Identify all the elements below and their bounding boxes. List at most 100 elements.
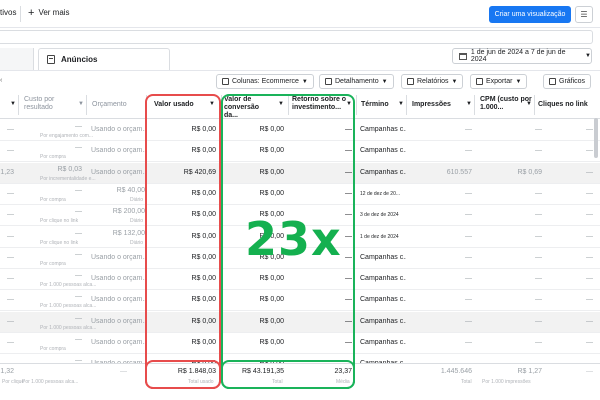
row-custo-sub: Por 1.000 pessoas alca... [40,282,97,289]
row-cpm: — [535,126,542,133]
chevron-left-icon[interactable]: ‹ [0,77,2,84]
row-orcamento-sub: Diário [130,196,144,203]
row-impressoes: — [465,189,472,197]
col-header-cpm[interactable]: CPM (custo por 1.000... [480,96,532,112]
col-header-custo[interactable]: Custo por resultado [24,96,74,112]
sort-caret-icon[interactable]: ▼ [346,101,352,107]
sort-caret-icon[interactable]: ▼ [209,101,215,107]
row-custo-sub: Por engajamento com... [40,133,94,139]
row-retorno: — [345,168,352,176]
row-custo: — [75,208,82,216]
tab-partial-label[interactable]: tivos [0,8,16,17]
row-termino: 1 de dez de 2024 [360,233,399,240]
col-header-impressoes[interactable]: Impressões [412,101,451,109]
row-cpm: — [535,232,542,240]
column-divider[interactable] [18,95,19,115]
row-orcamento: Usando o orçam... [91,275,145,283]
chevron-down-icon: ▼ [585,53,591,59]
export-dropdown[interactable]: Exportar ▼ [470,74,528,89]
row-left-metric: — [7,232,14,240]
row-valor-usado: R$ 0,00 [191,253,216,261]
row-termino: Campanhas c... [360,147,406,155]
row-termino: Campanhas c... [360,275,406,283]
col-header-termino[interactable]: Término [361,101,389,109]
row-custo-sub: Por compra [40,154,66,161]
sort-caret-icon[interactable]: ▼ [78,101,84,107]
breakdown-dropdown[interactable]: Detalhamento ▼ [319,74,394,89]
reports-dropdown[interactable]: Relatórios ▼ [401,74,464,89]
calendar-icon [459,52,467,60]
table-row[interactable]: — — Por 1.000 pessoas alca... Usando o orça… [0,311,600,333]
row-valor-conversao: R$ 0,00 [259,275,284,283]
sort-caret-icon[interactable]: ▼ [526,101,532,107]
row-cliques: — [586,147,593,155]
columns-dropdown[interactable]: Colunas: Ecommerce ▼ [216,74,314,89]
roas-multiplier-label: 23x [245,212,342,266]
table-row[interactable]: — — Por compra R$ 40,00 R$ 0,00 R$ 0,00 — 12 de… [0,184,600,205]
ver-mais-button[interactable]: + Ver mais [28,6,70,19]
row-orcamento-sub: Diário [130,239,144,246]
search-filter-bar[interactable] [0,30,593,44]
col-header-valor-usado[interactable]: Valor usado [154,101,194,109]
sort-caret-icon[interactable]: ▼ [398,101,404,107]
row-custo: — [75,144,82,152]
sort-caret-icon[interactable]: ▼ [278,101,284,107]
settings-sliders-button[interactable]: ☰ [575,6,593,23]
row-valor-usado: R$ 0,00 [191,339,216,346]
column-divider[interactable] [356,95,357,115]
row-custo: — [75,123,82,130]
table-header: ▼ Custo por resultado ▼ Orçamento Valor … [0,91,600,119]
row-retorno: — [345,275,352,283]
column-divider[interactable] [146,95,147,115]
row-valor-usado: R$ 0,00 [191,296,216,304]
row-termino: Campanhas c... [360,339,406,346]
row-valor-conversao: R$ 0,00 [259,168,284,176]
sort-caret-icon[interactable]: ▼ [10,101,16,107]
row-orcamento: Usando o orçam... [91,339,145,346]
row-orcamento: Usando o orçam... [91,168,145,176]
row-left-metric: — [7,317,14,325]
date-range-label: 1 de jun de 2024 a 7 de jun de 2024 [470,49,566,63]
column-divider[interactable] [221,95,222,115]
col-header-cliques[interactable]: Cliques no link [538,101,588,109]
plus-icon: + [28,6,35,19]
column-divider[interactable] [534,95,535,115]
tab-anuncios[interactable]: Anúncios [38,48,170,70]
row-left-metric: — [7,211,14,219]
row-orcamento: Usando o orçam... [91,147,145,155]
table-row[interactable]: — — Por 1.000 pessoas alca... Usando o orça… [0,290,600,312]
table-row[interactable]: — — Por engajamento com... Usando o orçam..… [0,120,600,141]
table-row[interactable]: 1,23 R$ 0,03 Por incrementalidade e... Usan… [0,162,600,184]
row-left-metric: — [7,126,14,133]
table-row[interactable]: — — Por 1.000 pessoas alca... Usando o orça… [0,269,600,291]
total-orcamento: — [120,368,127,375]
row-termino: 12 de dez de 20... [360,190,401,197]
create-view-button[interactable]: Criar uma visualização [489,6,571,23]
table-row[interactable]: — — Por compra Usando o orçam... R$ 0,00 R$ 0… [0,333,600,354]
total-cliques: — [586,368,593,375]
export-label: Exportar [486,78,513,85]
col-header-valor-conversao[interactable]: Valor de conversão da... [224,96,274,120]
row-left-metric: 1,23 [0,168,14,176]
date-range-picker[interactable]: 1 de jun de 2024 a 7 de jun de 2024 ▼ [452,48,592,64]
sort-caret-icon[interactable]: ▼ [466,101,472,107]
col-header-retorno[interactable]: Retorno sobre o investimento... [292,96,348,112]
tab-previous-level[interactable] [0,48,34,70]
column-divider[interactable] [474,95,475,115]
row-valor-usado: R$ 0,00 [191,126,216,133]
column-divider[interactable] [406,95,407,115]
row-retorno: — [345,317,352,325]
row-custo: — [75,314,82,322]
column-divider[interactable] [86,95,87,115]
row-valor-usado: R$ 0,00 [191,275,216,283]
row-cpm: — [535,275,542,283]
table-row[interactable]: — — Por compra Usando o orçam... R$ 0,00 R$ 0… [0,141,600,163]
col-header-orcamento[interactable]: Orçamento [92,101,127,109]
row-valor-usado: R$ 0,00 [191,317,216,325]
charts-button[interactable]: Gráficos [543,74,592,89]
column-divider[interactable] [288,95,289,115]
row-orcamento: R$ 40,00 [116,186,145,194]
total-cpm: R$ 1,27 [517,368,542,375]
tab-anuncios-label: Anúncios [61,55,98,64]
table-scrollbar[interactable] [594,118,598,158]
